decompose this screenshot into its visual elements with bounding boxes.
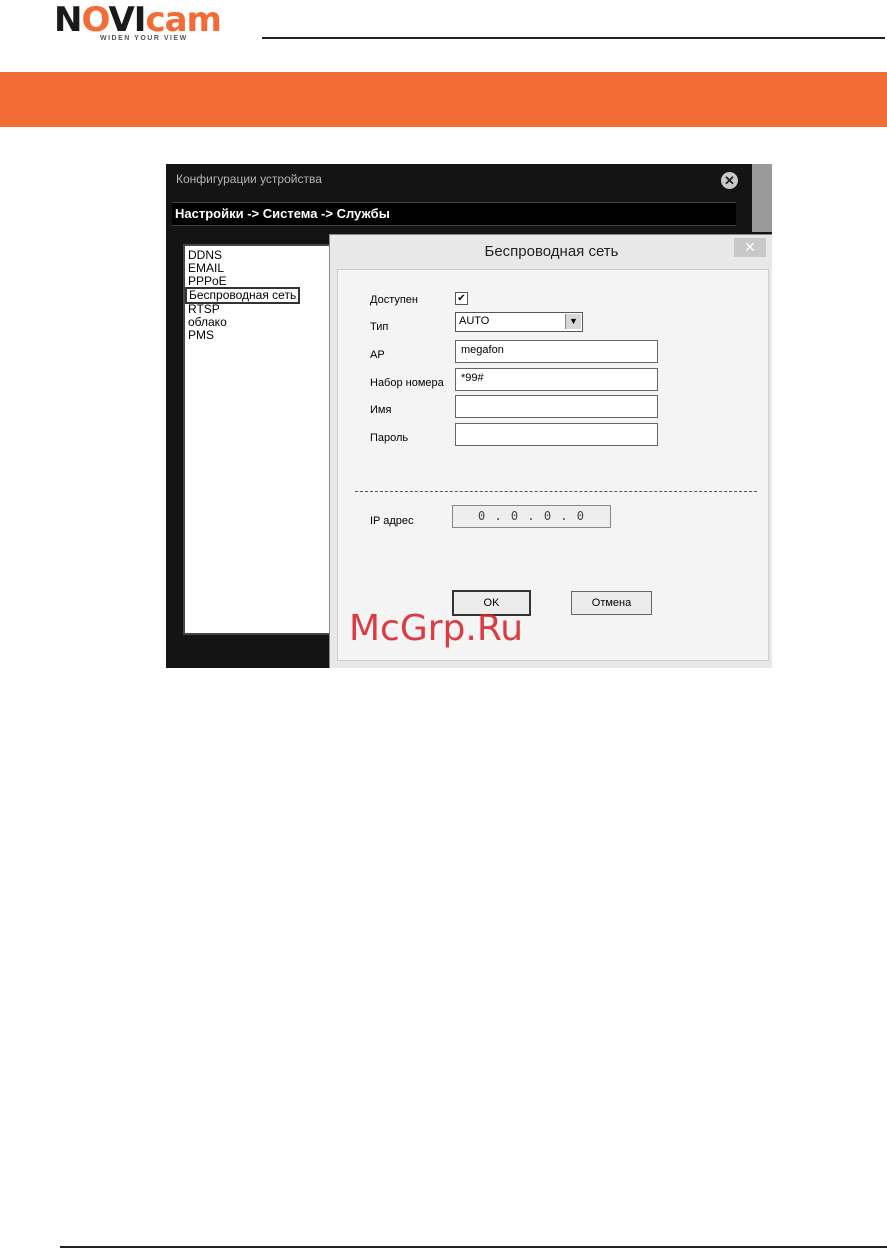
- logo-wordmark: NOVIcam: [54, 0, 222, 40]
- checkmark-icon: ✔: [457, 293, 466, 304]
- ip-address-field[interactable]: 0 . 0 . 0 . 0: [452, 505, 611, 528]
- brand-logo: NOVIcam WIDEN YOUR VIEW: [54, 0, 264, 44]
- window-title: Конфигурации устройства: [176, 172, 322, 186]
- ip-address-value: 0 . 0 . 0 . 0: [478, 509, 585, 523]
- footer-rule: [60, 1246, 887, 1248]
- logo-tagline: WIDEN YOUR VIEW: [100, 35, 188, 42]
- watermark: McGrp.Ru: [349, 608, 524, 649]
- wireless-dialog: Беспроводная сеть ✕ Доступен ✔ Тип AUTO …: [329, 234, 772, 668]
- enabled-checkbox[interactable]: ✔: [455, 292, 468, 305]
- list-item-pms[interactable]: PMS: [188, 329, 214, 342]
- device-config-window: Конфигурации устройства ✕ Настройки -> С…: [166, 164, 772, 668]
- type-select[interactable]: AUTO ▼: [455, 312, 583, 332]
- cancel-button[interactable]: Отмена: [571, 591, 652, 615]
- header-band: [0, 72, 887, 127]
- name-input[interactable]: [455, 395, 658, 418]
- dial-number-label: Набор номера: [370, 377, 444, 389]
- dialog-close-button[interactable]: ✕: [734, 238, 766, 257]
- ap-label: AP: [370, 349, 385, 361]
- header-rule: [262, 37, 885, 39]
- close-circle-icon[interactable]: ✕: [721, 172, 738, 189]
- password-input[interactable]: [455, 423, 658, 446]
- ip-address-label: IP адрес: [370, 515, 414, 527]
- breadcrumb-bar: Настройки -> Система -> Службы: [172, 202, 736, 226]
- password-label: Пароль: [370, 432, 409, 444]
- breadcrumb: Настройки -> Система -> Службы: [175, 206, 390, 221]
- dialog-body: Доступен ✔ Тип AUTO ▼ AP megafon Набор н…: [337, 269, 769, 661]
- enabled-label: Доступен: [370, 294, 419, 306]
- type-label: Тип: [370, 321, 389, 333]
- dialog-title: Беспроводная сеть: [484, 243, 619, 260]
- chevron-down-icon[interactable]: ▼: [565, 314, 581, 329]
- name-label: Имя: [370, 404, 392, 416]
- ap-input-value: megafon: [461, 344, 504, 356]
- services-list: DDNS EMAIL PPPoE Беспроводная сеть RTSP …: [183, 244, 332, 635]
- dial-number-value: *99#: [461, 372, 484, 384]
- ap-input[interactable]: megafon: [455, 340, 658, 363]
- window-edge: [752, 164, 772, 232]
- section-divider: [355, 491, 757, 492]
- dial-number-input[interactable]: *99#: [455, 368, 658, 391]
- type-select-value: AUTO: [459, 315, 490, 327]
